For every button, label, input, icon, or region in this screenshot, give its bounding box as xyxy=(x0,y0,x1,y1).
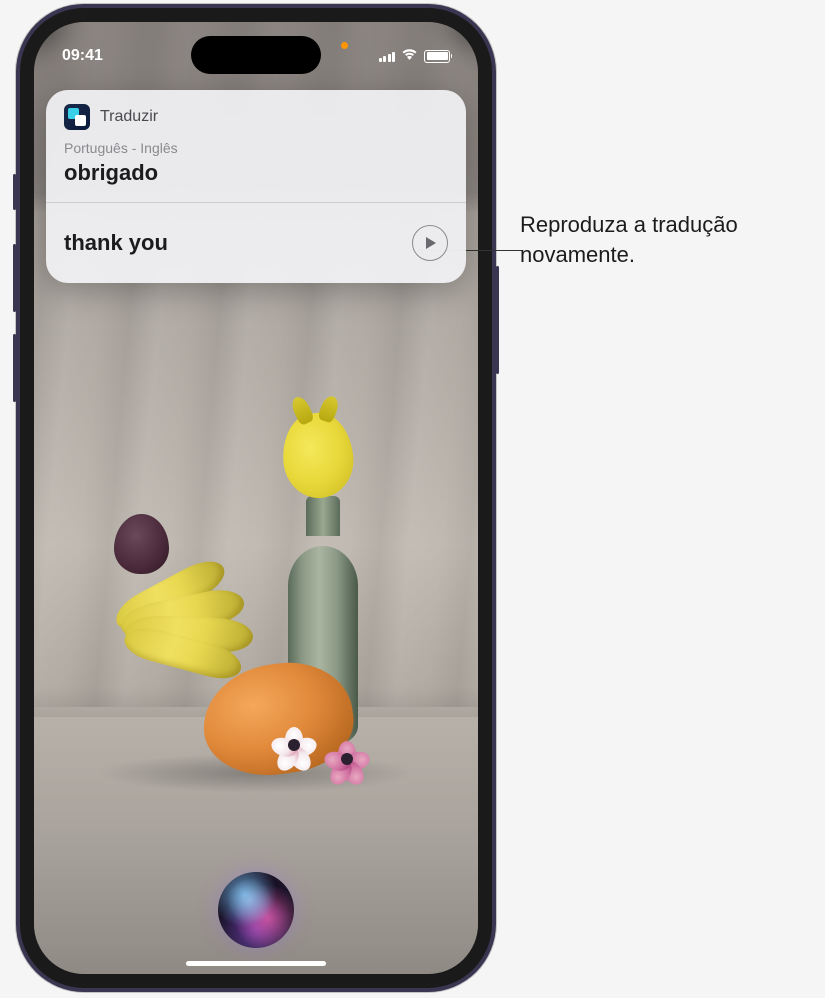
translate-app-icon xyxy=(64,104,90,130)
callout-text: Reproduza a tradução novamente. xyxy=(520,210,810,269)
dynamic-island xyxy=(191,36,321,74)
translated-text: thank you xyxy=(64,230,168,256)
side-button-power xyxy=(496,266,499,374)
translate-app-name: Traduzir xyxy=(100,108,158,126)
side-button-silence xyxy=(13,174,16,210)
play-icon xyxy=(425,236,437,250)
battery-icon xyxy=(424,50,450,63)
translate-source-section: Traduzir Português - Inglês obrigado xyxy=(46,90,466,202)
bananas-illustration xyxy=(105,569,275,679)
flower-illustration xyxy=(274,725,314,765)
wifi-icon xyxy=(401,47,418,65)
siri-translate-card[interactable]: Traduzir Português - Inglês obrigado tha… xyxy=(46,90,466,283)
privacy-indicator-dot xyxy=(341,42,348,49)
translate-result-section: thank you xyxy=(46,203,466,283)
play-translation-button[interactable] xyxy=(412,225,448,261)
phone-screen: 09:41 ‹ ⋯ xyxy=(34,22,478,974)
side-button-volume-up xyxy=(13,244,16,312)
siri-orb[interactable] xyxy=(218,872,294,948)
language-pair-label: Português - Inglês xyxy=(64,140,448,156)
status-time: 09:41 xyxy=(62,47,103,65)
side-button-volume-down xyxy=(13,334,16,402)
flower-illustration xyxy=(327,739,367,779)
phone-frame: 09:41 ‹ ⋯ xyxy=(16,4,496,992)
fig-illustration xyxy=(114,514,169,574)
cellular-signal-icon xyxy=(379,50,396,62)
home-indicator[interactable] xyxy=(186,961,326,966)
source-text: obrigado xyxy=(64,160,448,186)
